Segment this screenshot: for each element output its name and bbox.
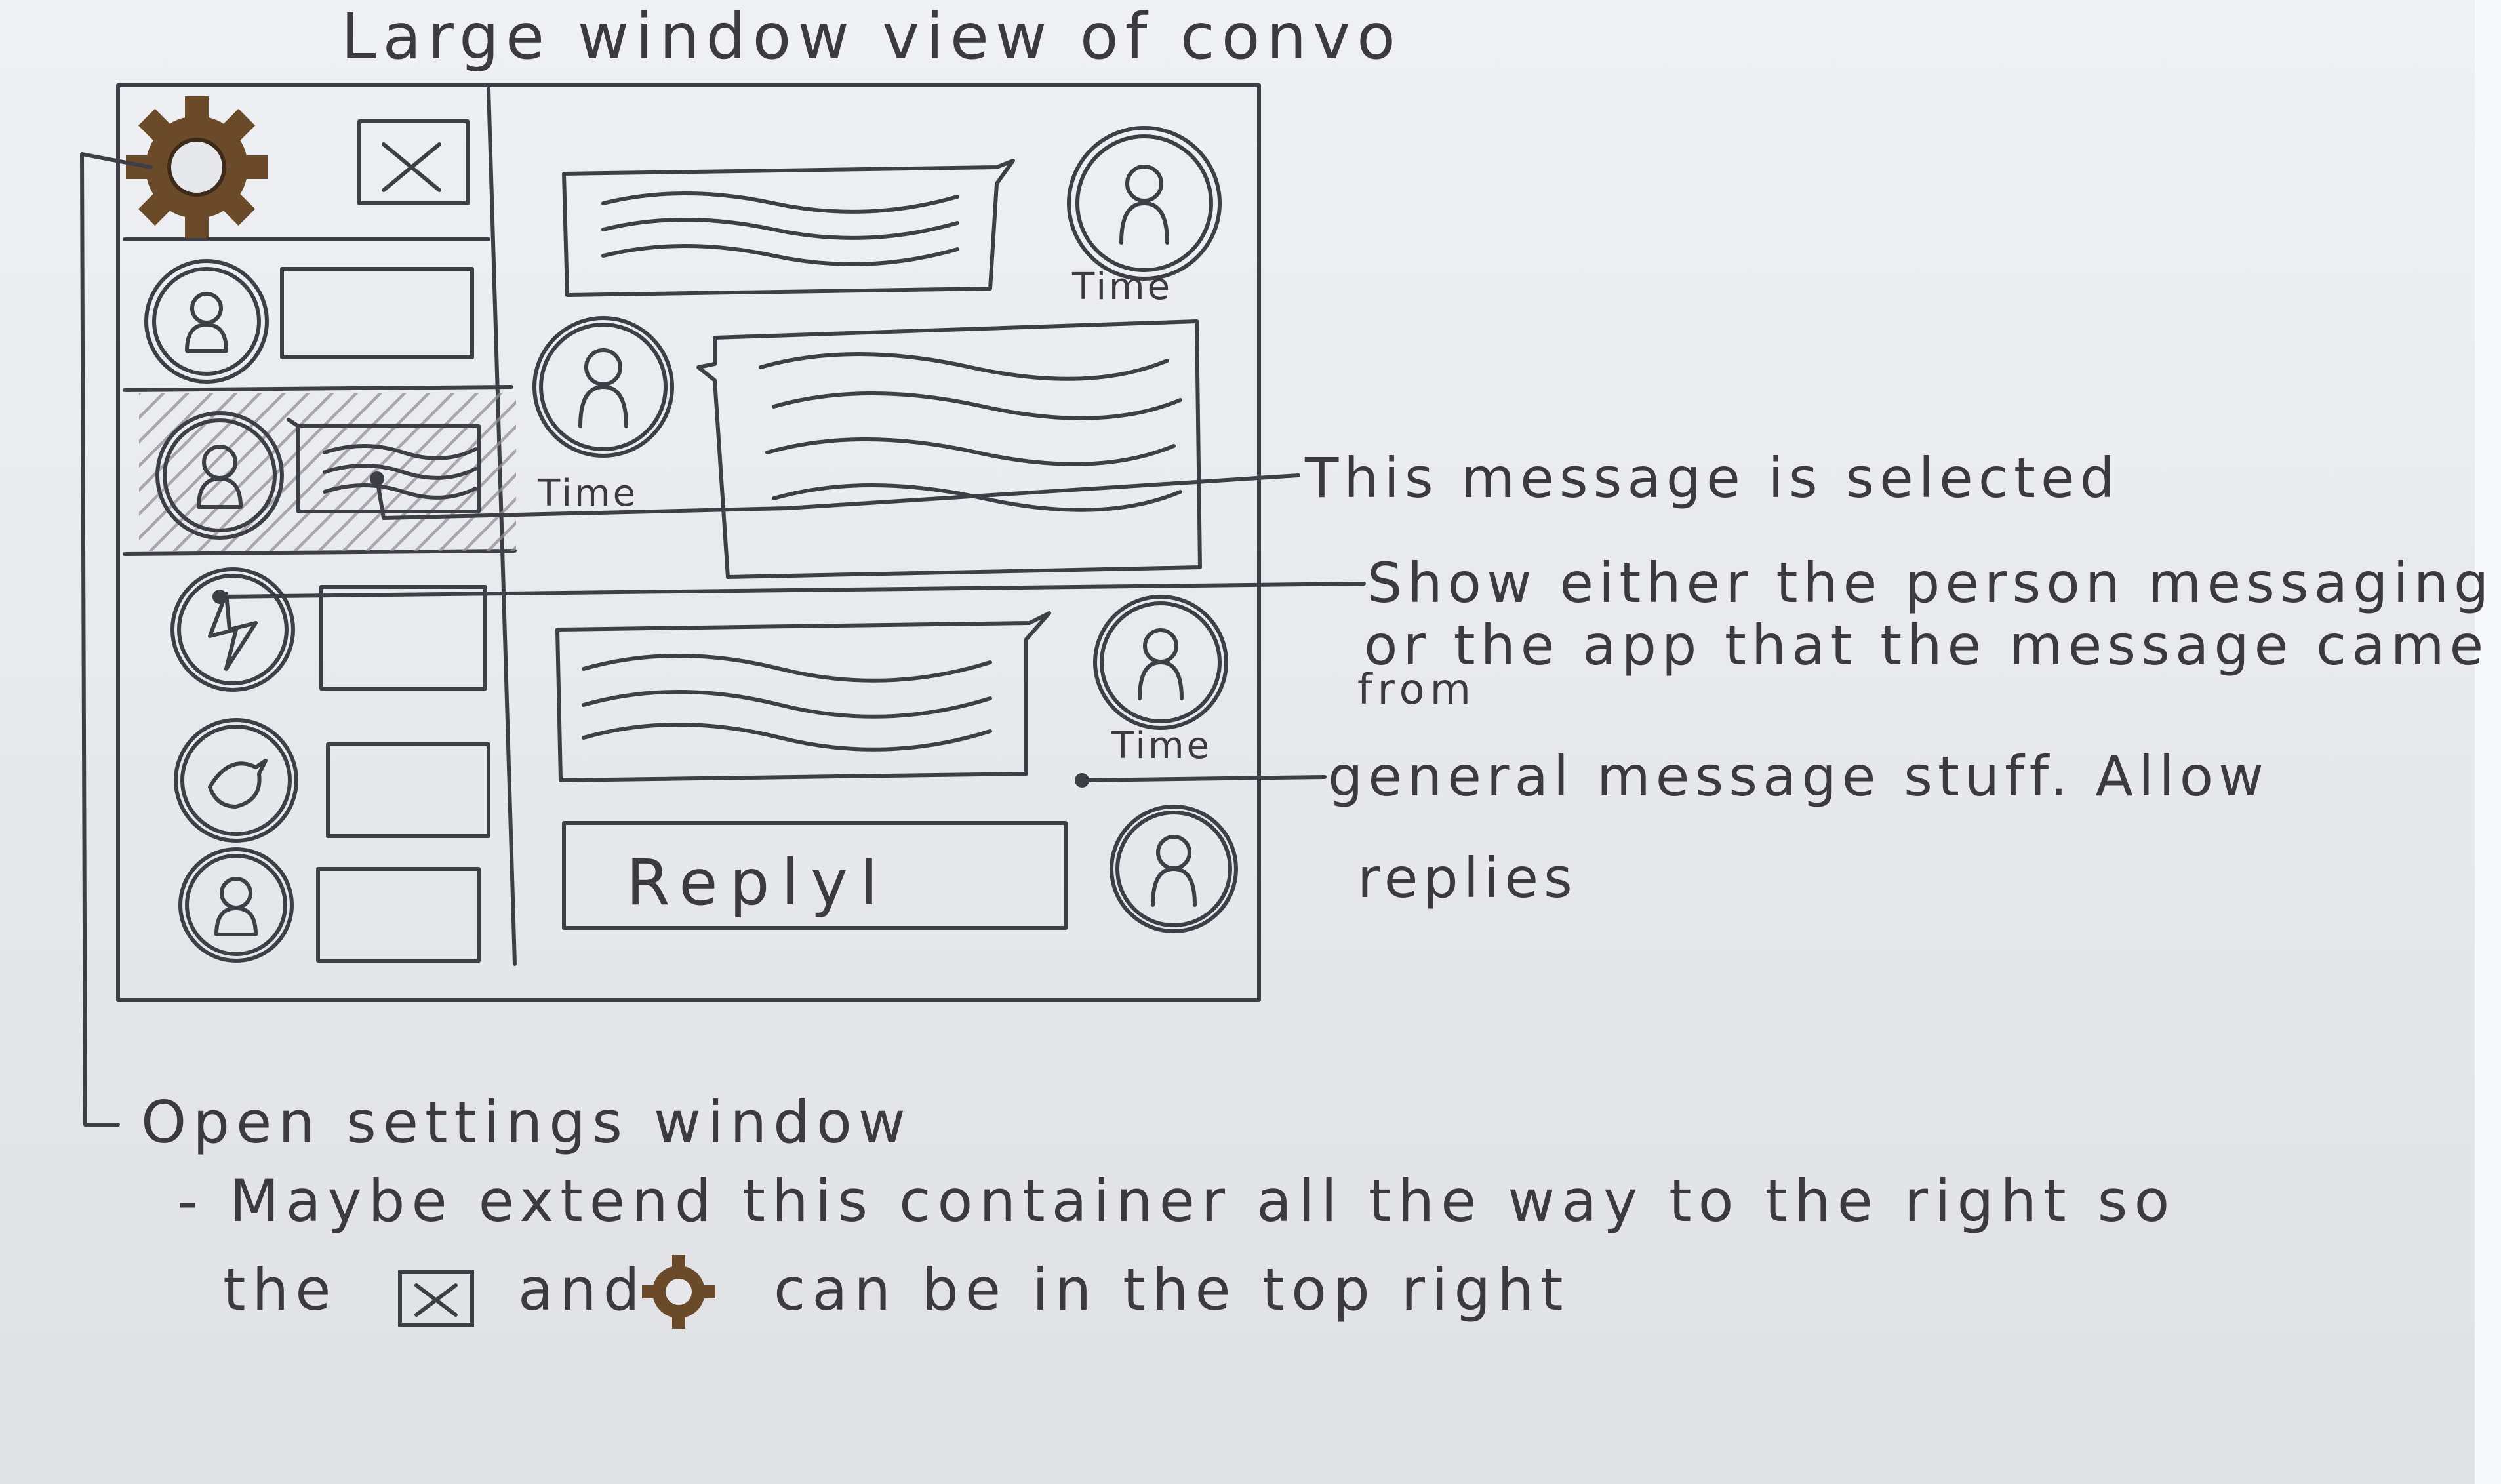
close-icon [398,1270,474,1327]
note-and: and [518,1256,647,1323]
note-corner: can be in the top right [774,1256,1570,1323]
gear-icon [642,1255,715,1329]
